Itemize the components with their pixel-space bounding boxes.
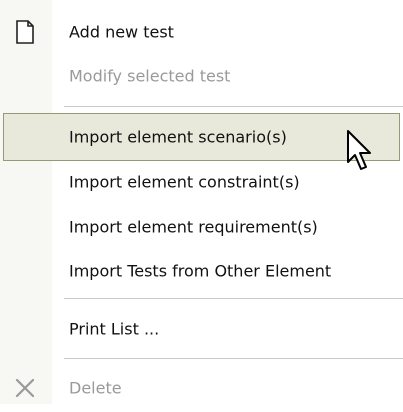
menu-item-label: Modify selected test	[69, 66, 231, 86]
menu-item-label: Import element requirement(s)	[69, 217, 318, 237]
menu-item-label: Delete	[69, 378, 122, 398]
menu-item-label: Import Tests from Other Element	[69, 261, 332, 281]
menu-separator	[64, 106, 403, 107]
menu-item-import-tests-from-other-element[interactable]: Import Tests from Other Element	[0, 247, 403, 295]
menu-separator	[64, 298, 403, 299]
menu-item-import-element-requirements[interactable]: Import element requirement(s)	[0, 203, 403, 251]
delete-x-icon	[12, 375, 38, 401]
menu-item-add-new-test[interactable]: Add new test	[0, 8, 403, 56]
menu-item-import-element-scenarios[interactable]: Import element scenario(s)	[3, 113, 400, 161]
mouse-pointer-icon	[347, 130, 371, 170]
menu-item-delete[interactable]: Delete	[0, 364, 403, 412]
menu-item-label: Add new test	[69, 22, 174, 42]
menu-item-label: Import element constraint(s)	[69, 172, 300, 192]
menu-item-print-list[interactable]: Print List ...	[0, 305, 403, 353]
context-menu: Add new test Modify selected test Import…	[0, 0, 403, 404]
menu-separator	[64, 358, 403, 359]
menu-item-label: Print List ...	[69, 319, 160, 339]
menu-item-label: Import element scenario(s)	[69, 127, 287, 147]
menu-item-modify-selected-test[interactable]: Modify selected test	[0, 52, 403, 100]
new-document-icon	[12, 19, 38, 45]
menu-item-import-element-constraints[interactable]: Import element constraint(s)	[0, 158, 403, 206]
